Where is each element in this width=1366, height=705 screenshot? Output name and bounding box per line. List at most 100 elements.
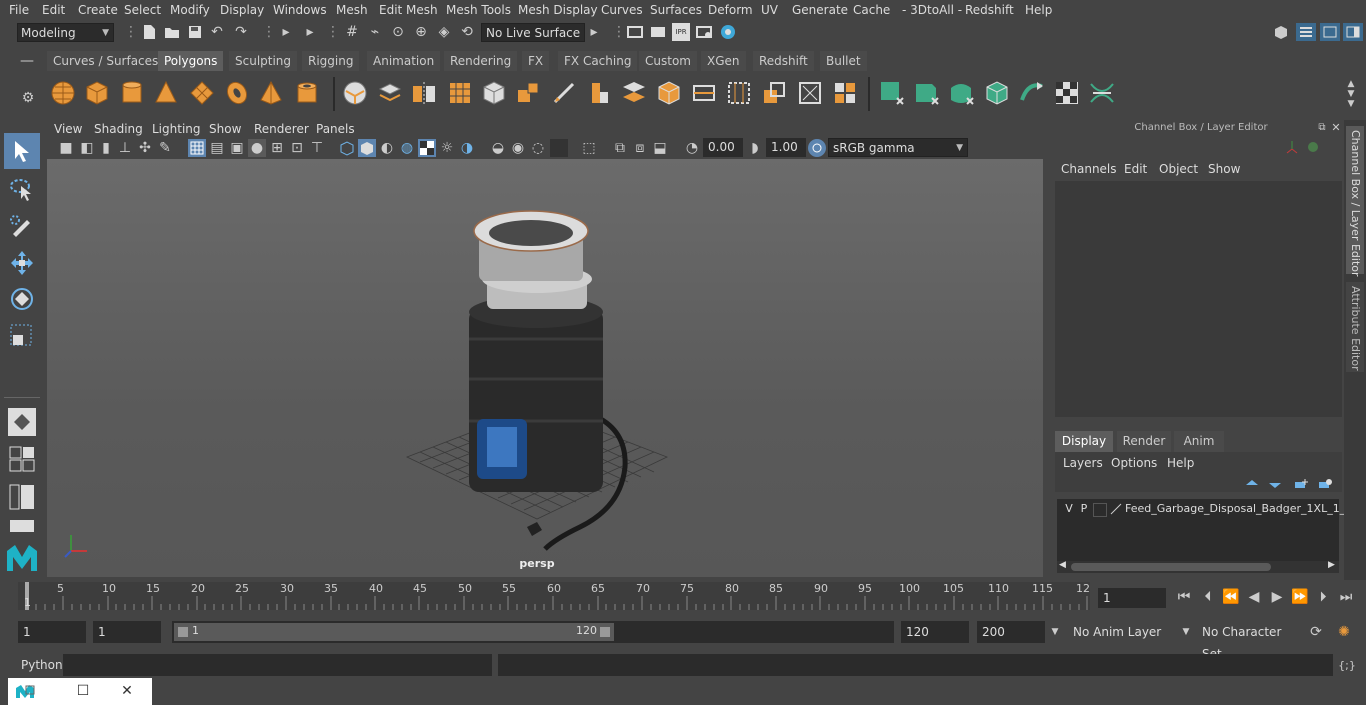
hypershade-icon[interactable] bbox=[719, 23, 737, 41]
four-view-layout-icon[interactable] bbox=[8, 445, 36, 473]
menu-cache[interactable]: Cache bbox=[853, 3, 890, 17]
checker-map-icon[interactable] bbox=[1054, 80, 1080, 106]
viewport-menu-show[interactable]: Show bbox=[209, 122, 241, 136]
character-set-field[interactable]: No Character Set bbox=[1197, 621, 1297, 661]
tab-fx-caching[interactable]: FX Caching bbox=[558, 51, 638, 71]
snap-curve-icon[interactable]: ⌁ bbox=[366, 23, 384, 41]
poly-cube-icon[interactable] bbox=[84, 80, 110, 106]
mode-dropdown[interactable]: Modeling ▼ bbox=[17, 23, 114, 42]
camera-select-icon[interactable]: ◧ bbox=[78, 139, 96, 157]
tab-curves-surfaces[interactable]: Curves / Surfaces bbox=[47, 51, 165, 71]
shelf-options-gear-icon[interactable]: ⚙ bbox=[20, 90, 36, 106]
film-gate-icon[interactable]: ▤ bbox=[208, 139, 226, 157]
offset-edge-loop-icon[interactable] bbox=[726, 80, 752, 106]
poly-sphere-icon[interactable] bbox=[50, 80, 76, 106]
close-panel-icon[interactable]: ✕ bbox=[1330, 120, 1342, 134]
menu-file[interactable]: File bbox=[9, 3, 29, 17]
smooth-shade-all-icon[interactable] bbox=[358, 139, 376, 157]
step-forward-frame-icon[interactable]: ⏵ bbox=[1313, 587, 1333, 607]
motion-blur-icon[interactable]: ◉ bbox=[509, 139, 527, 157]
make-live-icon[interactable]: ⟲ bbox=[458, 23, 476, 41]
animation-preferences-icon[interactable]: ✺ bbox=[1334, 621, 1354, 643]
use-all-lights-icon[interactable]: ☼ bbox=[438, 139, 456, 157]
layer-playback-toggle[interactable]: P bbox=[1077, 502, 1091, 515]
menu-curves[interactable]: Curves bbox=[601, 3, 643, 17]
menu-mesh-tools[interactable]: Mesh Tools bbox=[446, 3, 511, 17]
resolution-gate-icon[interactable]: ▣ bbox=[228, 139, 246, 157]
cut-uv-edges-icon[interactable] bbox=[1089, 80, 1115, 106]
select-tool-icon[interactable] bbox=[4, 133, 40, 169]
menu-display[interactable]: Display bbox=[220, 3, 264, 17]
tab-xgen[interactable]: XGen bbox=[701, 51, 746, 71]
step-back-frame-icon[interactable]: ⏴ bbox=[1198, 587, 1218, 607]
redo-icon[interactable]: ↷ bbox=[232, 23, 250, 41]
auto-key-icon[interactable]: ⟳ bbox=[1306, 621, 1326, 643]
tool-settings-toggle-icon[interactable] bbox=[1320, 23, 1340, 41]
menu-windows[interactable]: Windows bbox=[273, 3, 327, 17]
play-forwards-icon[interactable]: ▶ bbox=[1267, 587, 1287, 607]
safe-title-icon[interactable]: ⊤ bbox=[308, 139, 326, 157]
script-editor-icon[interactable]: {;} bbox=[1337, 654, 1357, 676]
layer-row[interactable]: V P Feed_Garbage_Disposal_Badger_1XL_1_3… bbox=[1059, 501, 1358, 519]
menu-edit[interactable]: Edit bbox=[42, 3, 65, 17]
shelf-menu-icon[interactable]: — bbox=[20, 53, 34, 69]
poly-cone-icon[interactable] bbox=[153, 80, 179, 106]
reduce-icon[interactable] bbox=[481, 80, 507, 106]
snap-view-plane-icon[interactable]: ◈ bbox=[435, 23, 453, 41]
field-chart-icon[interactable]: ⊞ bbox=[268, 139, 286, 157]
layer-visibility-toggle[interactable]: V bbox=[1062, 502, 1076, 515]
tab-rigging[interactable]: Rigging bbox=[302, 51, 360, 71]
menu-mesh-display[interactable]: Mesh Display bbox=[518, 3, 598, 17]
tab-redshift[interactable]: Redshift bbox=[753, 51, 814, 71]
range-slider-bar[interactable]: 1 120 bbox=[174, 623, 614, 641]
bridge-icon[interactable] bbox=[621, 80, 647, 106]
render-frame-icon[interactable] bbox=[626, 23, 644, 41]
viewport-menu-shading[interactable]: Shading bbox=[94, 122, 143, 136]
menu-select[interactable]: Select bbox=[124, 3, 161, 17]
poke-face-icon[interactable] bbox=[832, 80, 858, 106]
tab-custom[interactable]: Custom bbox=[639, 51, 697, 71]
layer-display-type-toggle[interactable] bbox=[1093, 503, 1107, 517]
separate-icon[interactable] bbox=[377, 80, 403, 106]
shelf-scroll-icon[interactable]: ▲ ▼ ▼ bbox=[1344, 76, 1358, 112]
safe-action-icon[interactable]: ⊡ bbox=[288, 139, 306, 157]
unfold-uv-icon[interactable] bbox=[1019, 80, 1045, 106]
scene-end-field[interactable]: 200 bbox=[977, 621, 1045, 643]
snap-projected-center-icon[interactable]: ⊕ bbox=[412, 23, 430, 41]
viewport-menu-renderer[interactable]: Renderer bbox=[254, 122, 309, 136]
layers-menu[interactable]: Layers bbox=[1063, 456, 1103, 470]
snap-point-icon[interactable]: ⊙ bbox=[389, 23, 407, 41]
color-management-icon[interactable] bbox=[808, 139, 826, 157]
chevron-down-icon[interactable]: ▼ bbox=[1048, 621, 1062, 643]
select-by-component-icon[interactable]: ▸ bbox=[302, 23, 318, 41]
menu-deform[interactable]: Deform bbox=[708, 3, 753, 17]
poly-cylinder-icon[interactable] bbox=[119, 80, 145, 106]
viewport-menu-lighting[interactable]: Lighting bbox=[152, 122, 201, 136]
exposure-field[interactable]: 0.00 bbox=[703, 138, 743, 157]
menu-3dtoall[interactable]: - 3DtoAll - bbox=[902, 3, 962, 17]
range-slider[interactable]: 1 120 bbox=[172, 621, 894, 643]
menu-help[interactable]: Help bbox=[1025, 3, 1052, 17]
shadows-icon[interactable]: ◑ bbox=[458, 139, 476, 157]
command-input[interactable] bbox=[63, 654, 492, 676]
attribute-editor-toggle-icon[interactable] bbox=[1296, 23, 1316, 41]
tab-fx[interactable]: FX bbox=[522, 51, 550, 71]
scroll-right-icon[interactable]: ▶ bbox=[1328, 560, 1335, 570]
poly-pipe-icon[interactable] bbox=[294, 80, 320, 106]
camera-attributes-icon[interactable]: ■ bbox=[57, 139, 75, 157]
isolate-select-icon[interactable]: ⬚ bbox=[580, 139, 598, 157]
menu-edit-mesh[interactable]: Edit Mesh bbox=[379, 3, 438, 17]
scroll-left-icon[interactable]: ◀ bbox=[1059, 560, 1066, 570]
scene-start-field[interactable]: 1 bbox=[18, 621, 86, 643]
step-back-key-icon[interactable]: ⏪ bbox=[1221, 587, 1241, 607]
layer-tab-render[interactable]: Render bbox=[1117, 431, 1171, 452]
layer-help-menu[interactable]: Help bbox=[1167, 456, 1194, 470]
new-layer-icon[interactable] bbox=[1293, 477, 1309, 491]
grid-toggle-icon[interactable] bbox=[188, 139, 206, 157]
bevel-icon[interactable] bbox=[586, 80, 612, 106]
anim-layer-field[interactable]: No Anim Layer bbox=[1068, 621, 1178, 643]
gamma-field[interactable]: 1.00 bbox=[766, 138, 806, 157]
menu-generate[interactable]: Generate bbox=[792, 3, 848, 17]
menu-modify[interactable]: Modify bbox=[170, 3, 210, 17]
channel-edit-menu[interactable]: Edit bbox=[1124, 162, 1147, 176]
